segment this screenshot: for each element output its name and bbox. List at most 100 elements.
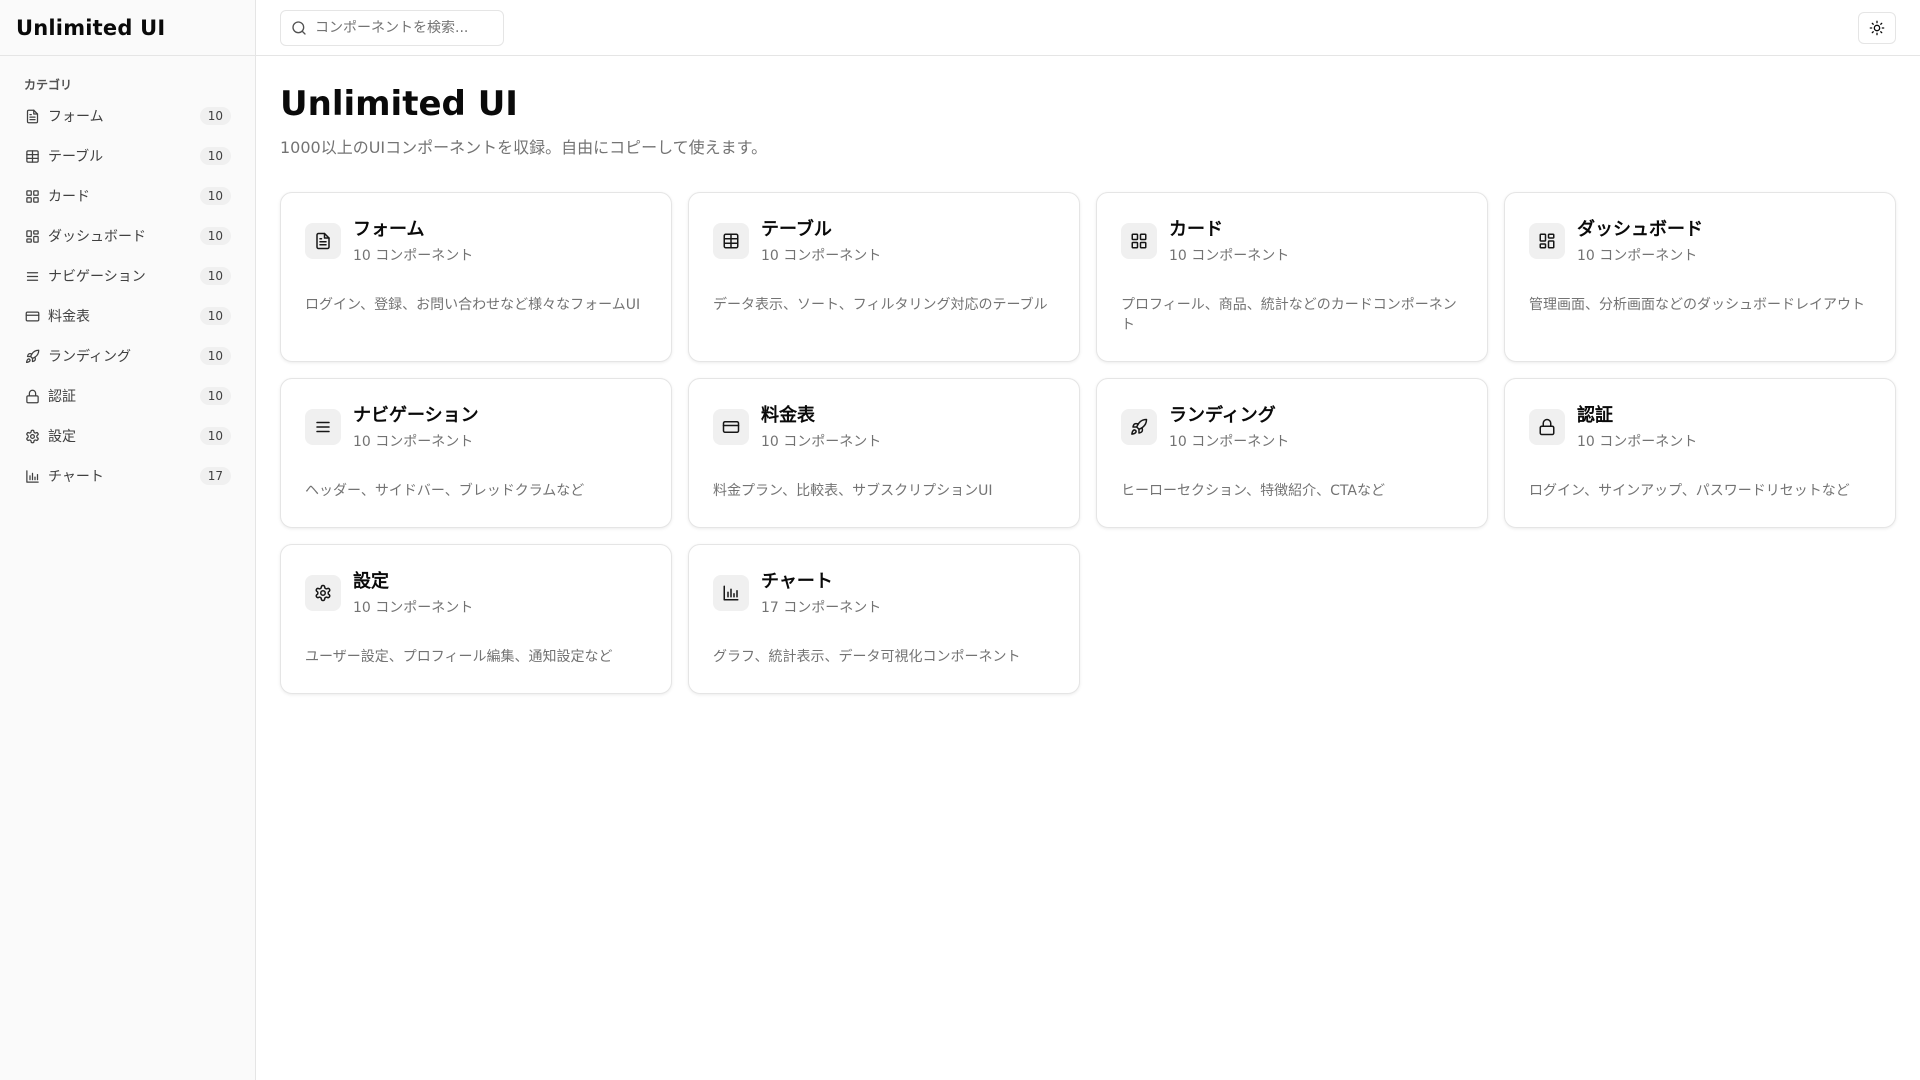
category-card-auth[interactable]: 認証 10 コンポーネント ログイン、サインアップ、パスワードリセットなど [1504,378,1896,528]
card-count: 10 コンポーネント [353,600,474,616]
app-root: Unlimited UI カテゴリ フォーム 10 テーブル 10 カード 10… [0,0,1920,1080]
sidebar-group-categories: カテゴリ フォーム 10 テーブル 10 カード 10 ダッシュボード 10 ナ… [0,56,255,508]
sidebar-item-count: 10 [199,347,231,365]
category-card-table[interactable]: テーブル 10 コンポーネント データ表示、ソート、フィルタリング対応のテーブル [688,192,1080,362]
card-title: テーブル [761,219,832,240]
rocket-icon [24,348,40,364]
table-icon [24,148,40,164]
card-description: ログイン、登録、お問い合わせなど様々なフォームUI [305,297,641,313]
lock-icon [1529,409,1565,445]
category-card-pricing[interactable]: 料金表 10 コンポーネント 料金プラン、比較表、サブスクリプションUI [688,378,1080,528]
credit-card-icon [713,409,749,445]
card-count: 10 コンポーネント [1169,248,1290,264]
category-card-settings[interactable]: 設定 10 コンポーネント ユーザー設定、プロフィール編集、通知設定など [280,544,672,694]
sidebar-item-dashboard[interactable]: ダッシュボード 10 [16,220,239,252]
card-count: 10 コンポーネント [353,248,474,264]
sidebar-item-count: 17 [199,467,231,485]
sidebar-item-auth[interactable]: 認証 10 [16,380,239,412]
sidebar-item-count: 10 [199,147,231,165]
theme-toggle-button[interactable] [1858,11,1896,44]
card-title: フォーム [353,219,425,240]
sidebar-nav-list: フォーム 10 テーブル 10 カード 10 ダッシュボード 10 ナビゲーショ… [16,100,239,492]
credit-card-icon [24,308,40,324]
menu-icon [24,268,40,284]
dashboard-icon [1529,223,1565,259]
sidebar-item-label: カード [48,189,90,205]
sidebar-item-label: テーブル [48,149,104,165]
card-count: 10 コンポーネント [761,248,882,264]
category-card-card[interactable]: カード 10 コンポーネント プロフィール、商品、統計などのカードコンポーネント [1096,192,1488,362]
rocket-icon [1121,409,1157,445]
sun-icon [1869,20,1885,36]
dashboard-icon [24,228,40,244]
sidebar-item-landing[interactable]: ランディング 10 [16,340,239,372]
card-count: 17 コンポーネント [761,600,882,616]
file-text-icon [305,223,341,259]
card-description: ユーザー設定、プロフィール編集、通知設定など [305,649,613,665]
card-count: 10 コンポーネント [1577,434,1698,450]
gear-icon [305,575,341,611]
sidebar-item-label: ダッシュボード [48,229,146,245]
sidebar-item-settings[interactable]: 設定 10 [16,420,239,452]
sidebar-item-count: 10 [199,307,231,325]
sidebar-item-count: 10 [199,267,231,285]
card-title: カード [1169,219,1223,240]
card-description: ヘッダー、サイドバー、ブレッドクラムなど [305,483,585,499]
sidebar-item-count: 10 [199,427,231,445]
sidebar-item-label: ナビゲーション [48,269,146,285]
card-description: 管理画面、分析画面などのダッシュボードレイアウト [1529,297,1865,313]
lock-icon [24,388,40,404]
table-icon [713,223,749,259]
sidebar-item-count: 10 [199,387,231,405]
card-title: チャート [761,571,833,592]
sidebar-item-pricing[interactable]: 料金表 10 [16,300,239,332]
main-area: Unlimited UI 1000以上のUIコンポーネントを収録。自由にコピーし… [256,0,1920,1080]
bar-chart-icon [24,468,40,484]
category-card-landing[interactable]: ランディング 10 コンポーネント ヒーローセクション、特徴紹介、CTAなど [1096,378,1488,528]
topbar [256,0,1920,56]
sidebar-item-count: 10 [199,187,231,205]
card-description: データ表示、ソート、フィルタリング対応のテーブル [713,297,1048,313]
search-input[interactable] [315,19,493,36]
sidebar-group-label: カテゴリ [24,77,73,92]
card-title: ナビゲーション [353,405,479,426]
page-title: Unlimited UI [280,84,518,124]
file-text-icon [24,108,40,124]
search-box[interactable] [280,9,504,46]
search-icon [291,20,307,36]
sidebar-item-navigation[interactable]: ナビゲーション 10 [16,260,239,292]
category-grid: フォーム 10 コンポーネント ログイン、登録、お問い合わせなど様々なフォームU… [280,192,1896,694]
card-count: 10 コンポーネント [761,434,882,450]
grid-icon [24,188,40,204]
category-card-form[interactable]: フォーム 10 コンポーネント ログイン、登録、お問い合わせなど様々なフォームU… [280,192,672,362]
sidebar-item-table[interactable]: テーブル 10 [16,140,239,172]
card-title: 認証 [1577,405,1613,426]
brand-logo[interactable]: Unlimited UI [16,16,165,40]
card-title: ランディング [1169,405,1276,426]
gear-icon [24,428,40,444]
sidebar-item-label: チャート [48,469,104,485]
sidebar-item-count: 10 [199,107,231,125]
card-title: ダッシュボード [1577,219,1703,240]
bar-chart-icon [713,575,749,611]
sidebar-item-chart[interactable]: チャート 17 [16,460,239,492]
sidebar-item-card[interactable]: カード 10 [16,180,239,212]
sidebar-item-count: 10 [199,227,231,245]
card-title: 料金表 [761,405,815,426]
category-card-dashboard[interactable]: ダッシュボード 10 コンポーネント 管理画面、分析画面などのダッシュボードレイ… [1504,192,1896,362]
category-card-chart[interactable]: チャート 17 コンポーネント グラフ、統計表示、データ可視化コンポーネント [688,544,1080,694]
grid-icon [1121,223,1157,259]
category-card-navigation[interactable]: ナビゲーション 10 コンポーネント ヘッダー、サイドバー、ブレッドクラムなど [280,378,672,528]
card-count: 10 コンポーネント [353,434,474,450]
card-count: 10 コンポーネント [1577,248,1698,264]
card-description: 料金プラン、比較表、サブスクリプションUI [713,483,993,499]
sidebar-item-label: フォーム [48,109,104,125]
card-count: 10 コンポーネント [1169,434,1290,450]
sidebar-item-label: ランディング [48,349,132,365]
menu-icon [305,409,341,445]
sidebar-item-label: 料金表 [48,309,90,325]
page-subtitle: 1000以上のUIコンポーネントを収録。自由にコピーして使えます。 [280,138,768,157]
card-description: ログイン、サインアップ、パスワードリセットなど [1529,483,1850,499]
content: Unlimited UI 1000以上のUIコンポーネントを収録。自由にコピーし… [256,56,1920,718]
sidebar-item-form[interactable]: フォーム 10 [16,100,239,132]
